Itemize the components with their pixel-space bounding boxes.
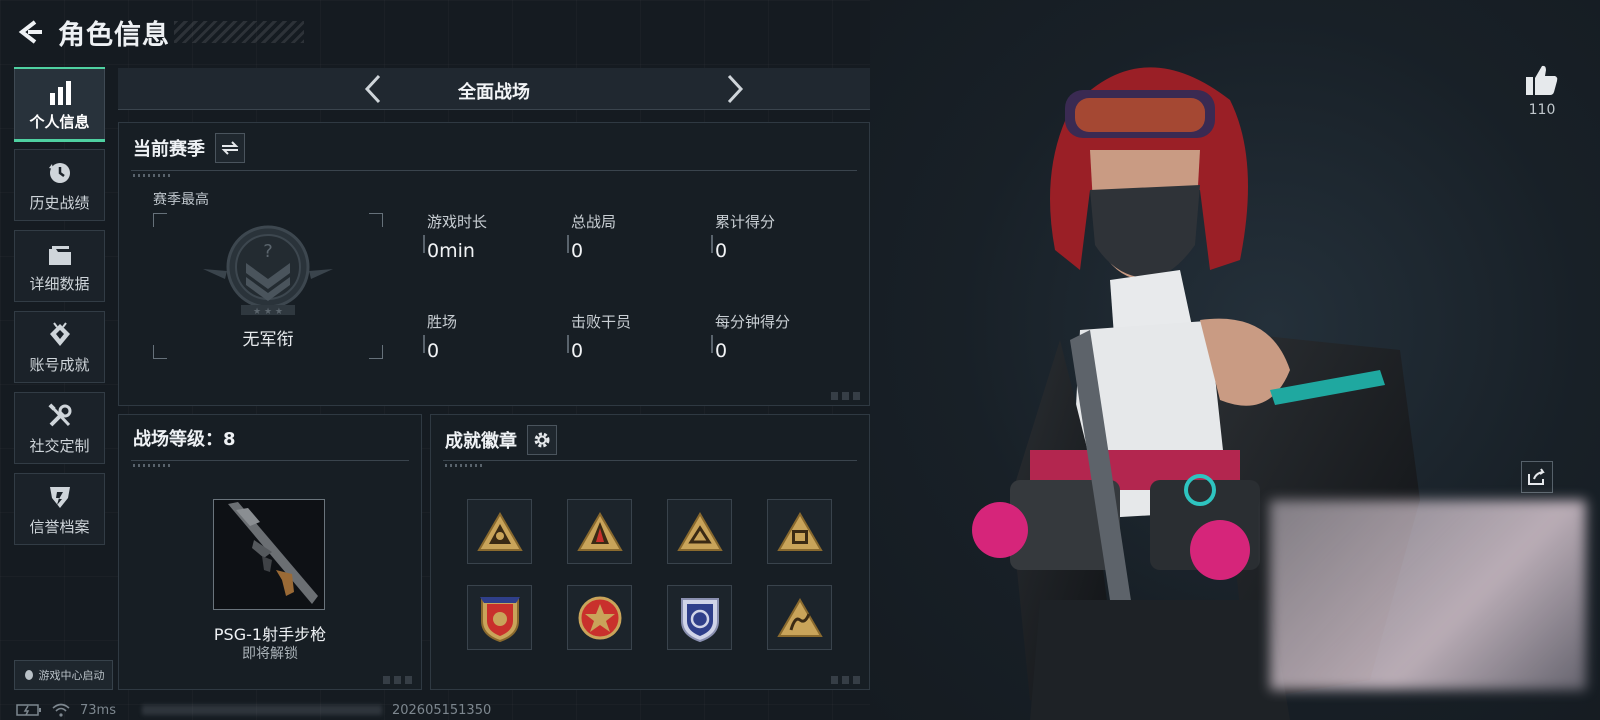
badge-slot-5[interactable] [467, 585, 532, 650]
share-button[interactable] [1521, 461, 1553, 493]
triangle-badge-icon [576, 511, 623, 551]
stat-score-per-minute: 每分钟得分 0 [711, 311, 790, 362]
sidebar-item-label: 信誉档案 [29, 517, 90, 536]
history-clock-icon [48, 162, 70, 183]
mode-next-button[interactable] [718, 72, 752, 106]
achievement-icon [49, 321, 70, 346]
sidebar-item-label: 个人信息 [29, 112, 90, 131]
badge-slot-4[interactable] [767, 499, 832, 564]
sidebar-item-detailed-data[interactable]: 详细数据 [14, 230, 105, 302]
season-title: 当前赛季 [133, 139, 205, 160]
ping-value: 73ms [80, 702, 116, 718]
game-center-launch-button[interactable]: 游戏中心启动 [14, 660, 113, 690]
triangle-badge-icon [776, 597, 823, 637]
season-panel: 当前赛季 赛季最高 ? ★ ★ ★ 无军衔 游戏时长 0min 总战局 0 累计… [118, 122, 870, 406]
battery-icon [16, 704, 41, 716]
like-group[interactable]: 110 [1522, 64, 1562, 118]
sniper-rifle-icon [228, 502, 318, 604]
triangle-badge-icon [476, 511, 523, 551]
sidebar-item-reputation[interactable]: 信誉档案 [14, 473, 105, 545]
gear-icon [534, 432, 550, 448]
shield-badge-icon [680, 597, 719, 642]
weapon-name: PSG-1射手步枪 [213, 625, 327, 644]
tools-icon [47, 402, 71, 426]
swap-arrows-icon [221, 141, 239, 155]
battle-level-title: 战场等级：8 [133, 429, 236, 450]
badge-slot-1[interactable] [467, 499, 532, 564]
battle-level-panel: 战场等级：8 PSG-1射手步枪 即将解锁 [118, 414, 422, 690]
badges-settings-button[interactable] [527, 425, 557, 455]
blurred-id [141, 705, 382, 715]
sidebar-item-label: 历史战绩 [29, 193, 90, 212]
page-title: 角色信息 [58, 19, 170, 51]
stat-total-score: 累计得分 0 [711, 211, 775, 262]
sidebar-item-label: 详细数据 [29, 274, 90, 293]
back-button[interactable] [14, 16, 46, 48]
badge-slot-3[interactable] [667, 499, 732, 564]
badges-title: 成就徽章 [445, 431, 517, 452]
reputation-icon [49, 486, 70, 508]
rank-emblem-icon: ? ★ ★ ★ [203, 225, 333, 317]
svg-text:★ ★ ★: ★ ★ ★ [253, 307, 283, 317]
thumbs-up-icon [1526, 65, 1558, 95]
badge-slot-7[interactable] [667, 585, 732, 650]
triangle-badge-icon [676, 511, 723, 551]
badge-slot-2[interactable] [567, 499, 632, 564]
season-best-label: 赛季最高 [153, 192, 209, 208]
title-decoration [174, 21, 304, 43]
round-star-badge-icon [578, 596, 621, 639]
chevron-right-icon [727, 74, 744, 104]
stat-total-matches: 总战局 0 [567, 211, 616, 262]
back-arrow-icon [18, 20, 42, 44]
folder-icon [48, 245, 71, 265]
sidebar-item-personal-info[interactable]: 个人信息 [14, 67, 105, 142]
badge-slot-8[interactable] [767, 585, 832, 650]
bar-chart-icon [49, 80, 71, 105]
weapon-status: 即将解锁 [242, 646, 298, 662]
badge-slot-6[interactable] [567, 585, 632, 650]
sidebar-item-history[interactable]: 历史战绩 [14, 149, 105, 221]
sidebar-item-label: 账号成就 [29, 355, 90, 374]
badges-panel: 成就徽章 [430, 414, 870, 690]
like-count: 110 [1528, 102, 1556, 118]
sidebar-item-social-custom[interactable]: 社交定制 [14, 392, 105, 464]
stat-operators-defeated: 击败干员 0 [567, 311, 631, 362]
weapon-reward-card[interactable] [213, 499, 325, 610]
sidebar-item-label: 社交定制 [29, 436, 90, 455]
svg-text:?: ? [263, 241, 273, 262]
shield-badge-icon [479, 596, 520, 642]
wifi-icon [52, 703, 70, 717]
qq-penguin-icon [24, 670, 33, 680]
blurred-overlay [1270, 500, 1586, 690]
sidebar: 个人信息 历史战绩 详细数据 账号成就 社交定制 信誉档案 [14, 67, 106, 554]
stat-wins: 胜场 0 [423, 311, 457, 362]
sidebar-item-achievements[interactable]: 账号成就 [14, 311, 105, 383]
mode-title: 全面战场 [458, 82, 530, 103]
rank-display: ? ★ ★ ★ 无军衔 [153, 213, 383, 359]
mode-selector: 全面战场 [118, 68, 870, 110]
build-number: 202605151350 [391, 702, 492, 718]
launch-label: 游戏中心启动 [38, 669, 105, 682]
share-icon [1528, 468, 1545, 485]
header: 角色信息 [14, 12, 304, 52]
season-switch-button[interactable] [215, 133, 245, 163]
status-bar: 73ms 202605151350 [16, 700, 491, 720]
triangle-badge-icon [776, 511, 823, 551]
stat-playtime: 游戏时长 0min [423, 211, 487, 262]
rank-name: 无军衔 [242, 330, 294, 350]
